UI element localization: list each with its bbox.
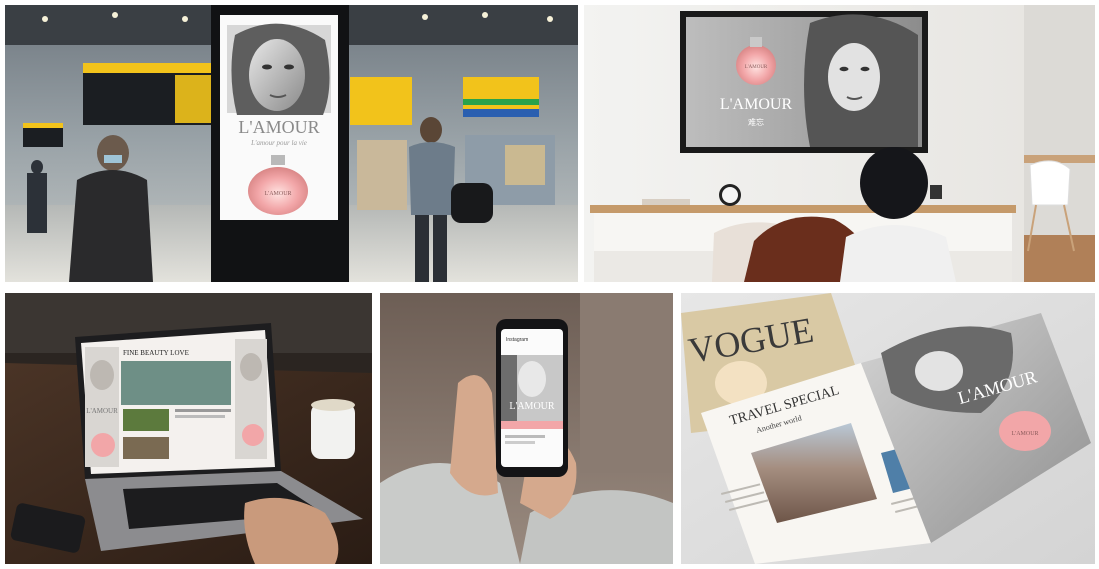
airport-signage-photo: L'AMOUR L'amour pour la vie L'AMOUR: [5, 5, 578, 282]
living-room-tv-photo: L'AMOUR L'AMOUR 难忘: [584, 5, 1095, 282]
laptop-website-photo: FINE BEAUTY LOVE L'AMOUR: [5, 293, 372, 564]
laptop-ad-brand: L'AMOUR: [86, 407, 118, 415]
tv-ad-brand: L'AMOUR: [720, 96, 793, 113]
phone-instagram-photo: Instagram L'AMOUR: [380, 293, 673, 564]
phone-app-name: Instagram: [506, 337, 528, 343]
tv-bottle-label: L'AMOUR: [745, 65, 768, 70]
airport-ad-brand: L'AMOUR: [238, 117, 319, 137]
tv-ad-subtitle: 难忘: [748, 117, 764, 127]
magazine-bottle-label: L'AMOUR: [1011, 431, 1038, 437]
airport-ad-tagline: L'amour pour la vie: [250, 139, 307, 147]
phone-ad-brand: L'AMOUR: [509, 401, 554, 412]
airport-bottle-label: L'AMOUR: [264, 191, 291, 197]
laptop-site-title: FINE BEAUTY LOVE: [123, 349, 189, 357]
coffee-mug: [311, 403, 355, 459]
magazine-spread-photo: VOGUE TRAVEL SPECIAL Another world L'AMO…: [681, 293, 1095, 564]
